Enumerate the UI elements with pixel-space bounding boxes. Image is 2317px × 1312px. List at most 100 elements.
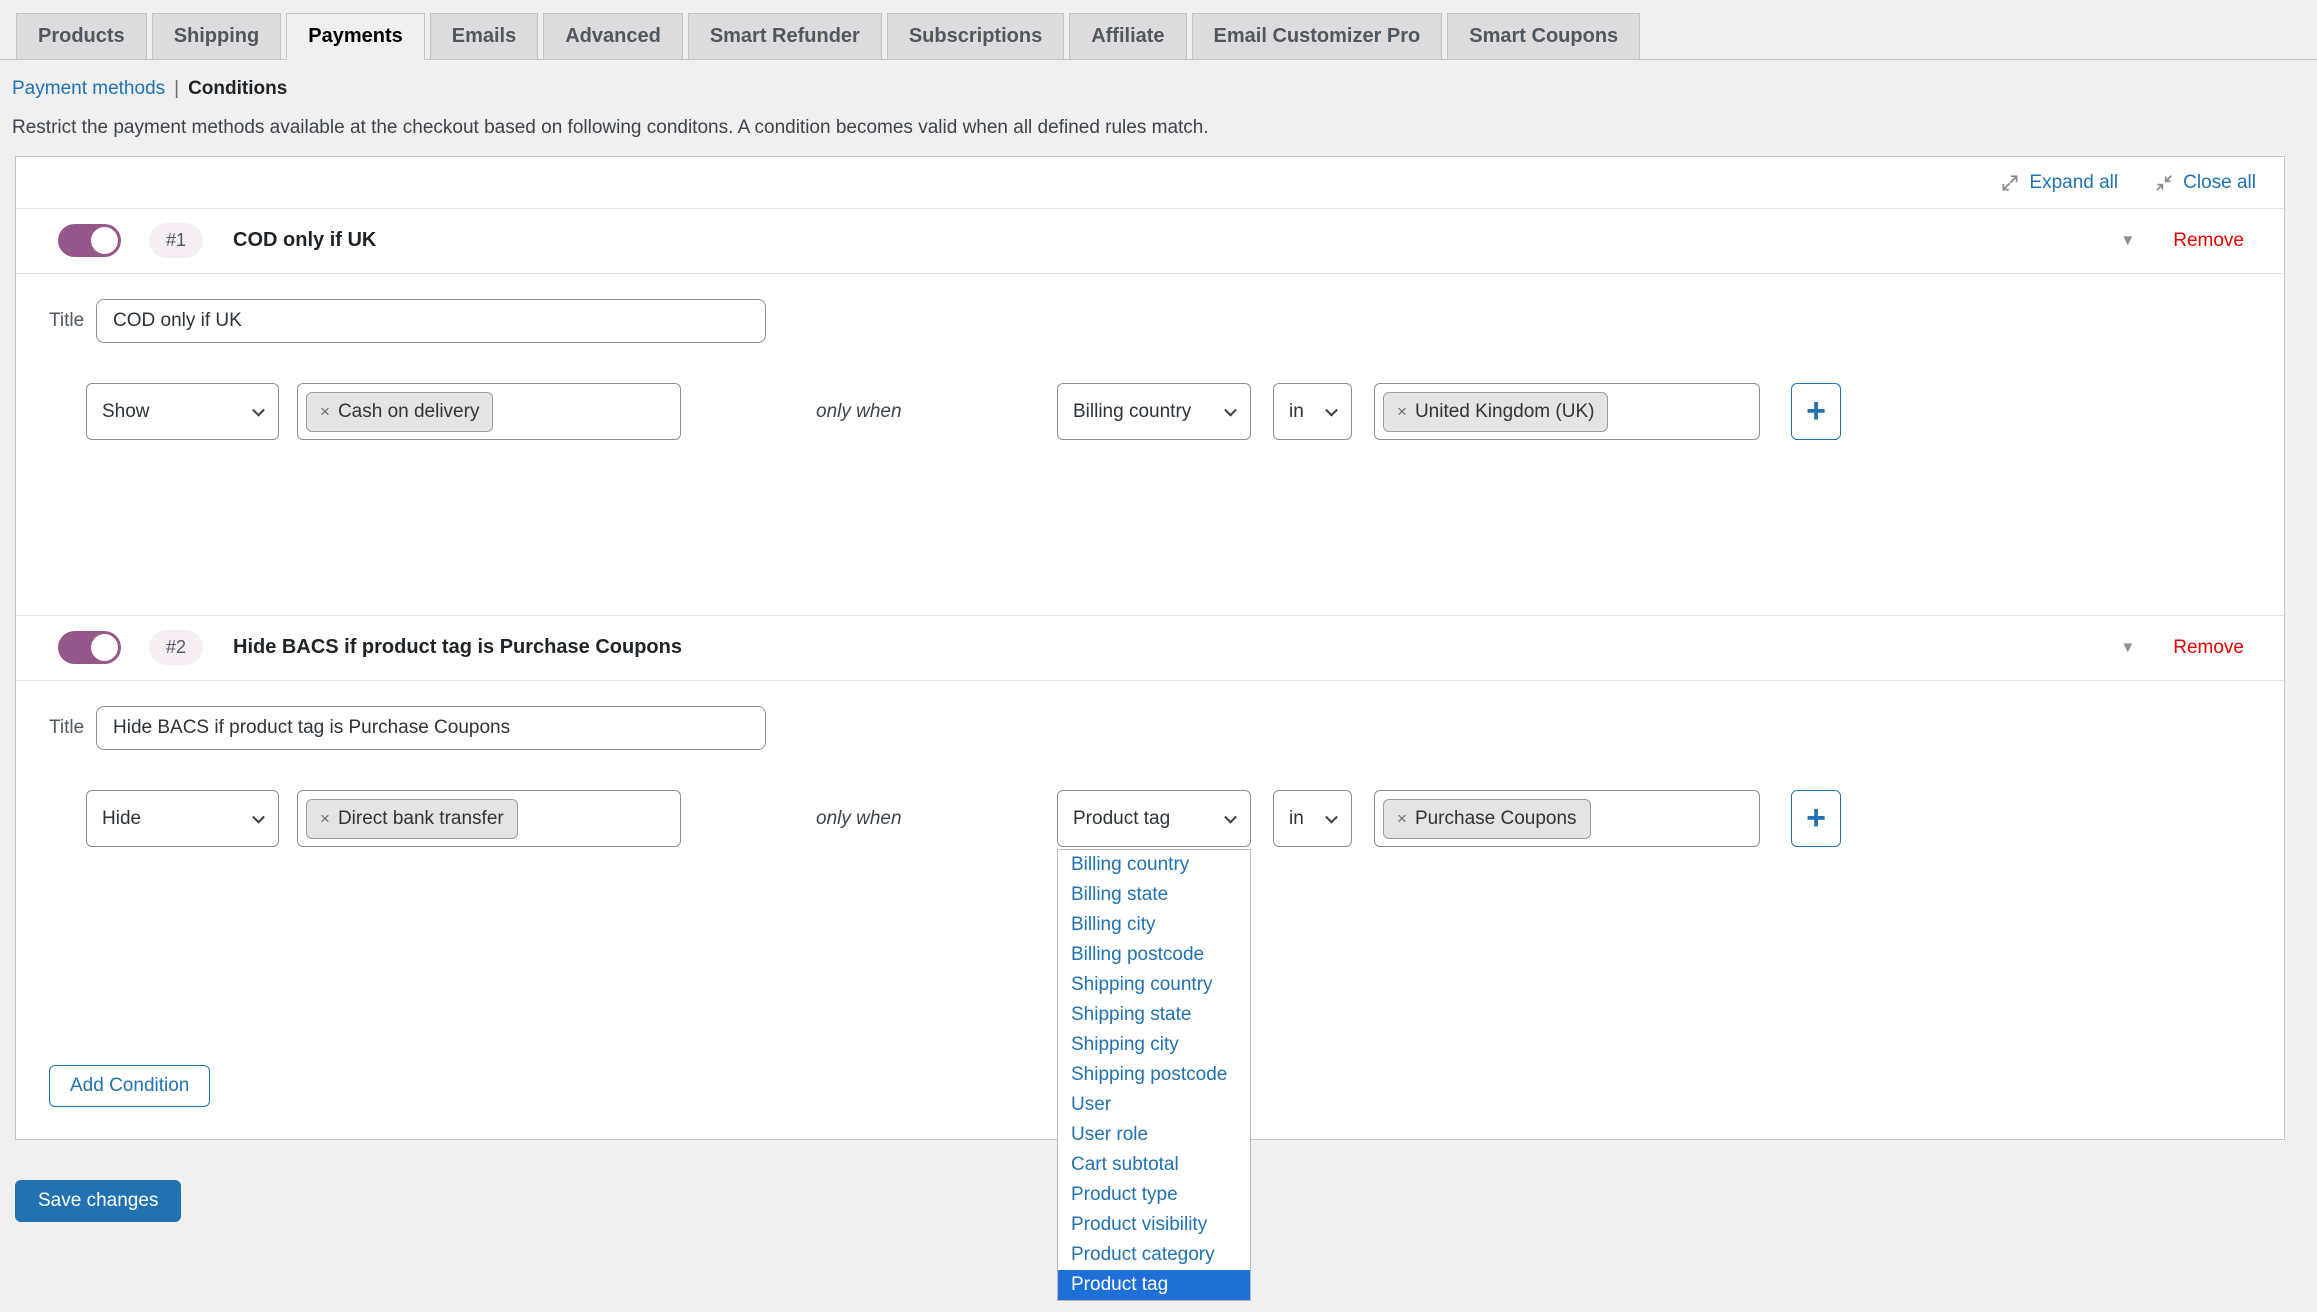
dropdown-option-product-tag[interactable]: Product tag [1058,1270,1250,1300]
tab-advanced[interactable]: Advanced [543,13,683,60]
dropdown-option-shipping-city[interactable]: Shipping city [1058,1030,1250,1060]
remove-tag-icon[interactable]: × [1397,402,1407,422]
tag-chip-label: Purchase Coupons [1415,808,1577,830]
condition-header: #2 Hide BACS if product tag is Purchase … [16,616,2284,681]
subnav-separator: | [174,78,179,99]
expand-all-icon [2000,173,2020,193]
action-select[interactable]: Show [86,383,279,440]
subnav-conditions-current: Conditions [188,78,287,99]
tab-smart-refunder[interactable]: Smart Refunder [688,13,882,60]
collapse-caret-icon[interactable]: ▼ [2120,232,2135,249]
condition-block-2: #2 Hide BACS if product tag is Purchase … [16,615,2284,1065]
add-rule-button[interactable]: + [1791,383,1841,440]
close-all-icon [2154,173,2174,193]
tab-products[interactable]: Products [16,13,147,60]
operator-select[interactable]: in [1273,790,1352,847]
close-all-label: Close all [2183,172,2256,194]
remove-tag-icon[interactable]: × [320,809,330,829]
dropdown-option-shipping-postcode[interactable]: Shipping postcode [1058,1060,1250,1090]
title-field-label: Title [49,717,96,739]
enable-toggle[interactable] [58,631,121,664]
tab-shipping[interactable]: Shipping [152,13,282,60]
rule-row: Show × Cash on delivery only when Billing… [16,383,2284,440]
chevron-down-icon [252,810,265,823]
tag-chip: × Purchase Coupons [1383,799,1591,839]
dropdown-option-product-type[interactable]: Product type [1058,1180,1250,1210]
dropdown-option-billing-postcode[interactable]: Billing postcode [1058,940,1250,970]
condition-values-input[interactable]: × Purchase Coupons [1374,790,1760,847]
condition-name: COD only if UK [233,229,376,252]
condition-body: Title Hide ×Direct bank transfer only wh… [16,706,2284,1065]
field-type-select[interactable]: Product tag [1057,790,1251,847]
condition-header: #1 COD only if UK ▼ Remove [16,209,2284,274]
tab-payments[interactable]: Payments [286,13,425,60]
expand-all-link[interactable]: Expand all [2000,172,2118,194]
title-field-label: Title [49,310,96,332]
tab-subscriptions[interactable]: Subscriptions [887,13,1064,60]
payment-methods-input[interactable]: ×Direct bank transfer [297,790,681,847]
breadcrumb: Payment methods | Conditions [12,78,2317,100]
chevron-down-icon [1224,403,1237,416]
add-condition-button[interactable]: Add Condition [49,1065,210,1107]
conditions-panel: Expand all Close all #1 COD only if UK ▼… [15,156,2285,1140]
dropdown-option-shipping-state[interactable]: Shipping state [1058,1000,1250,1030]
dropdown-option-cart-subtotal[interactable]: Cart subtotal [1058,1150,1250,1180]
remove-condition-link[interactable]: Remove [2173,637,2244,659]
only-when-label: only when [816,401,1057,423]
enable-toggle[interactable] [58,224,121,257]
field-type-select[interactable]: Billing country [1057,383,1251,440]
tab-email-customizer-pro[interactable]: Email Customizer Pro [1192,13,1443,60]
plus-icon: + [1806,392,1826,431]
dropdown-option-shipping-country[interactable]: Shipping country [1058,970,1250,1000]
condition-title-input[interactable] [96,706,766,750]
operator-select-value: in [1289,808,1304,830]
remove-tag-icon[interactable]: × [1397,809,1407,829]
field-type-select-value: Product tag [1073,808,1170,830]
tab-smart-coupons[interactable]: Smart Coupons [1447,13,1640,60]
action-select-value: Hide [102,808,141,830]
field-type-dropdown: Billing countryBilling stateBilling city… [1057,849,1251,1301]
remove-tag-icon[interactable]: × [320,402,330,422]
condition-number-badge: #1 [149,223,203,258]
condition-body: Title Show × Cash on delivery only when B… [16,299,2284,615]
close-all-link[interactable]: Close all [2154,172,2256,194]
tag-chip-label: Cash on delivery [338,401,480,423]
operator-select[interactable]: in [1273,383,1352,440]
collapse-caret-icon[interactable]: ▼ [2120,639,2135,656]
payment-methods-input[interactable]: × Cash on delivery [297,383,681,440]
expand-all-label: Expand all [2029,172,2118,194]
plus-icon: + [1806,799,1826,838]
action-select[interactable]: Hide [86,790,279,847]
tag-chip: × United Kingdom (UK) [1383,392,1608,432]
chevron-down-icon [1325,403,1338,416]
dropdown-option-user[interactable]: User [1058,1090,1250,1120]
only-when-label: only when [816,808,1057,830]
tab-affiliate[interactable]: Affiliate [1069,13,1186,60]
field-type-select-value: Billing country [1073,401,1191,423]
condition-number-badge: #2 [149,630,203,665]
condition-values-input[interactable]: × United Kingdom (UK) [1374,383,1760,440]
condition-block-1: #1 COD only if UK ▼ Remove Title Show × C… [16,208,2284,615]
tag-chip-label: United Kingdom (UK) [1415,401,1595,423]
operator-select-value: in [1289,401,1304,423]
settings-tab-bar: ProductsShippingPaymentsEmailsAdvancedSm… [0,0,2317,60]
condition-title-input[interactable] [96,299,766,343]
subnav-payment-methods-link[interactable]: Payment methods [12,78,165,99]
tab-emails[interactable]: Emails [430,13,538,60]
tag-chip: × Cash on delivery [306,392,493,432]
add-rule-button[interactable]: + [1791,790,1841,847]
remove-condition-link[interactable]: Remove [2173,230,2244,252]
page-description: Restrict the payment methods available a… [12,117,2317,139]
dropdown-option-billing-country[interactable]: Billing country [1058,850,1250,880]
dropdown-option-product-visibility[interactable]: Product visibility [1058,1210,1250,1240]
rule-row: Hide ×Direct bank transfer only when Pro… [16,790,2284,847]
dropdown-option-billing-state[interactable]: Billing state [1058,880,1250,910]
chevron-down-icon [1224,810,1237,823]
save-changes-button[interactable]: Save changes [15,1180,181,1222]
condition-name: Hide BACS if product tag is Purchase Cou… [233,636,682,659]
chevron-down-icon [1325,810,1338,823]
dropdown-option-user-role[interactable]: User role [1058,1120,1250,1150]
dropdown-option-billing-city[interactable]: Billing city [1058,910,1250,940]
dropdown-option-product-category[interactable]: Product category [1058,1240,1250,1270]
action-select-value: Show [102,401,150,423]
